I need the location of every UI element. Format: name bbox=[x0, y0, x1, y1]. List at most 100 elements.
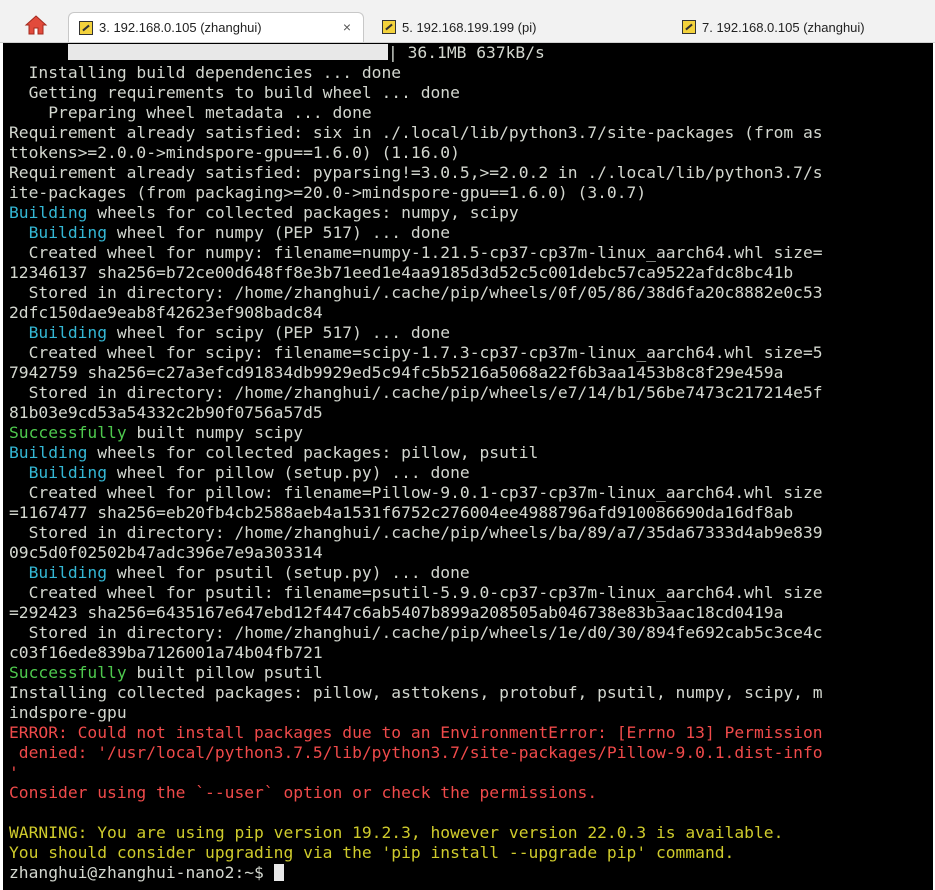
line-text: Consider using the `--user` option or ch… bbox=[9, 783, 598, 802]
terminal-line: ' bbox=[3, 763, 933, 783]
line-text: denied: '/usr/local/python3.7.5/lib/pyth… bbox=[9, 743, 823, 762]
line-text: Stored in directory: /home/zhanghui/.cac… bbox=[9, 523, 823, 542]
line-text: ' bbox=[9, 763, 19, 782]
terminal-line: denied: '/usr/local/python3.7.5/lib/pyth… bbox=[3, 743, 933, 763]
tab-label: 5. 192.168.199.199 (pi) bbox=[402, 19, 537, 35]
line-text: Created wheel for numpy: filename=numpy-… bbox=[9, 243, 823, 262]
line-text: ttokens>=2.0.0->mindspore-gpu==1.6.0) (1… bbox=[9, 143, 460, 162]
line-text: 12346137 sha256=b72ce00d648ff8e3b71eed1e… bbox=[9, 263, 794, 282]
line-text: Installing build dependencies ... done bbox=[9, 63, 402, 82]
output-lines: Installing build dependencies ... done G… bbox=[3, 63, 933, 863]
terminal-line: WARNING: You are using pip version 19.2.… bbox=[3, 823, 933, 843]
line-text: 09c5d0f02502b47adc396e7e9a303314 bbox=[9, 543, 323, 562]
terminal-line: ttokens>=2.0.0->mindspore-gpu==1.6.0) (1… bbox=[3, 143, 933, 163]
download-progress-line: | 36.1MB 637kB/s bbox=[3, 43, 933, 63]
prompt-line[interactable]: zhanghui@zhanghui-nano2:~$ bbox=[3, 863, 933, 883]
terminal-output[interactable]: | 36.1MB 637kB/s Installing build depend… bbox=[3, 43, 933, 890]
line-text: built pillow psutil bbox=[126, 663, 323, 682]
line-text: wheel for scipy (PEP 517) ... done bbox=[107, 323, 451, 342]
line-text: 7942759 sha256=c27a3efcd91834db9929ed5c9… bbox=[9, 363, 784, 382]
terminal-line: Created wheel for pillow: filename=Pillo… bbox=[3, 483, 933, 503]
line-text: WARNING: You are using pip version 19.2.… bbox=[9, 823, 784, 842]
terminal-line: Stored in directory: /home/zhanghui/.cac… bbox=[3, 383, 933, 403]
line-text: Stored in directory: /home/zhanghui/.cac… bbox=[9, 283, 823, 302]
terminal-line: Created wheel for psutil: filename=psuti… bbox=[3, 583, 933, 603]
ssh-session-icon bbox=[382, 20, 396, 34]
line-text: Created wheel for psutil: filename=psuti… bbox=[9, 583, 823, 602]
terminal-line: Preparing wheel metadata ... done bbox=[3, 103, 933, 123]
line-text: Installing collected packages: pillow, a… bbox=[9, 683, 823, 702]
status-keyword: Building bbox=[9, 203, 88, 222]
terminal-line: Created wheel for scipy: filename=scipy-… bbox=[3, 343, 933, 363]
terminal-line: 81b03e9cd53a54332c2b90f0756a57d5 bbox=[3, 403, 933, 423]
progress-bar bbox=[68, 44, 388, 60]
line-text: Created wheel for scipy: filename=scipy-… bbox=[9, 343, 823, 362]
terminal-line: Getting requirements to build wheel ... … bbox=[3, 83, 933, 103]
tab-session-7[interactable]: 7. 192.168.0.105 (zhanghui) bbox=[672, 12, 932, 42]
line-text: c03f16ede839ba7126001a74b04fb721 bbox=[9, 643, 323, 662]
line-text: built numpy scipy bbox=[126, 423, 304, 442]
terminal-line: Stored in directory: /home/zhanghui/.cac… bbox=[3, 523, 933, 543]
terminal-line: Consider using the `--user` option or ch… bbox=[3, 783, 933, 803]
line-text: Stored in directory: /home/zhanghui/.cac… bbox=[9, 383, 823, 402]
line-text: =292423 sha256=6435167e647ebd12f447c6ab5… bbox=[9, 603, 784, 622]
terminal-line: Created wheel for numpy: filename=numpy-… bbox=[3, 243, 933, 263]
line-text: 81b03e9cd53a54332c2b90f0756a57d5 bbox=[9, 403, 323, 422]
line-text: ERROR: Could not install packages due to… bbox=[9, 723, 823, 742]
status-keyword: Building bbox=[9, 443, 88, 462]
line-text: Preparing wheel metadata ... done bbox=[9, 103, 372, 122]
line-text: wheels for collected packages: numpy, sc… bbox=[87, 203, 519, 222]
terminal-line: You should consider upgrading via the 'p… bbox=[3, 843, 933, 863]
status-keyword: Building bbox=[28, 463, 108, 482]
line-text: indspore-gpu bbox=[9, 703, 127, 722]
tab-session-3[interactable]: 3. 192.168.0.105 (zhanghui) × bbox=[68, 12, 364, 42]
status-keyword: Building bbox=[28, 323, 108, 342]
status-keyword: Successfully bbox=[9, 423, 127, 442]
terminal-line: Requirement already satisfied: pyparsing… bbox=[3, 163, 933, 183]
tab-label: 3. 192.168.0.105 (zhanghui) bbox=[99, 20, 262, 35]
terminal-line: =1167477 sha256=eb20fb4cb2588aeb4a1531f6… bbox=[3, 503, 933, 523]
line-text: wheel for pillow (setup.py) ... done bbox=[107, 463, 470, 482]
terminal-line: Building wheel for psutil (setup.py) ...… bbox=[3, 563, 933, 583]
status-keyword: Building bbox=[28, 223, 108, 242]
terminal-line: Requirement already satisfied: six in ./… bbox=[3, 123, 933, 143]
line-text: wheels for collected packages: pillow, p… bbox=[87, 443, 539, 462]
terminal-line: 2dfc150dae9eab8f42623ef908badc84 bbox=[3, 303, 933, 323]
terminal-line: 12346137 sha256=b72ce00d648ff8e3b71eed1e… bbox=[3, 263, 933, 283]
home-icon bbox=[24, 15, 48, 35]
line-text: You should consider upgrading via the 'p… bbox=[9, 843, 735, 862]
terminal-line: Installing collected packages: pillow, a… bbox=[3, 683, 933, 703]
terminal-line: Building wheel for pillow (setup.py) ...… bbox=[3, 463, 933, 483]
progress-text: | 36.1MB 637kB/s bbox=[388, 43, 545, 62]
ssh-session-icon bbox=[682, 20, 696, 34]
terminal-line: 7942759 sha256=c27a3efcd91834db9929ed5c9… bbox=[3, 363, 933, 383]
terminal-line: c03f16ede839ba7126001a74b04fb721 bbox=[3, 643, 933, 663]
terminal-line: Installing build dependencies ... done bbox=[3, 63, 933, 83]
terminal-line: =292423 sha256=6435167e647ebd12f447c6ab5… bbox=[3, 603, 933, 623]
terminal-line: Building wheel for numpy (PEP 517) ... d… bbox=[3, 223, 933, 243]
terminal-line: Successfully built pillow psutil bbox=[3, 663, 933, 683]
line-text: Getting requirements to build wheel ... … bbox=[9, 83, 460, 102]
line-text: wheel for psutil (setup.py) ... done bbox=[107, 563, 470, 582]
terminal-line: Building wheels for collected packages: … bbox=[3, 203, 933, 223]
tab-session-5[interactable]: 5. 192.168.199.199 (pi) bbox=[372, 12, 662, 42]
close-tab-button[interactable]: × bbox=[343, 19, 351, 35]
status-keyword: Building bbox=[28, 563, 108, 582]
line-text: Created wheel for pillow: filename=Pillo… bbox=[9, 483, 823, 502]
terminal-line: 09c5d0f02502b47adc396e7e9a303314 bbox=[3, 543, 933, 563]
home-tab[interactable] bbox=[10, 10, 62, 40]
terminal-line: Successfully built numpy scipy bbox=[3, 423, 933, 443]
ssh-session-icon bbox=[79, 20, 93, 35]
text-cursor bbox=[273, 864, 284, 881]
terminal-line: Stored in directory: /home/zhanghui/.cac… bbox=[3, 283, 933, 303]
line-text: =1167477 sha256=eb20fb4cb2588aeb4a1531f6… bbox=[9, 503, 794, 522]
terminal-line: ite-packages (from packaging>=20.0->mind… bbox=[3, 183, 933, 203]
line-text: 2dfc150dae9eab8f42623ef908badc84 bbox=[9, 303, 323, 322]
line-text: Stored in directory: /home/zhanghui/.cac… bbox=[9, 623, 823, 642]
terminal-line: Stored in directory: /home/zhanghui/.cac… bbox=[3, 623, 933, 643]
status-keyword: Successfully bbox=[9, 663, 127, 682]
tab-bar: 3. 192.168.0.105 (zhanghui) × 5. 192.168… bbox=[0, 0, 935, 43]
terminal-line: indspore-gpu bbox=[3, 703, 933, 723]
line-text: Requirement already satisfied: pyparsing… bbox=[9, 163, 823, 182]
